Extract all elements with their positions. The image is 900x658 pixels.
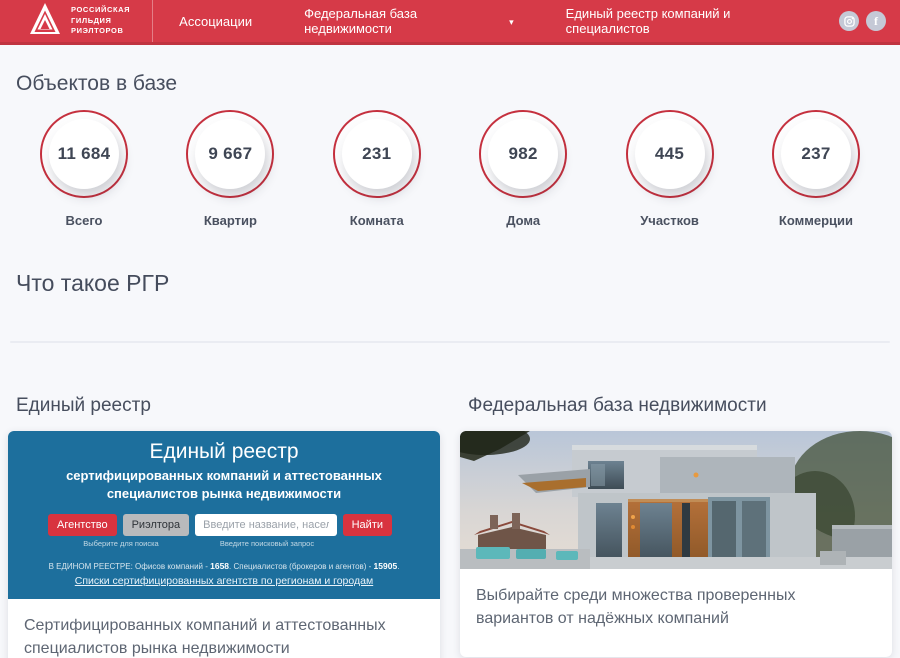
stat-value: 231: [362, 144, 391, 164]
stats-row: 11 684 Всего 9 667 Квартир 231 Комната 9…: [0, 110, 900, 228]
rgr-logo-icon: [28, 2, 62, 41]
stat-commercial: 237 Коммерции: [770, 110, 862, 228]
rgr-logo-text: РОССИЙСКАЯ ГИЛЬДИЯ РИЭЛТОРОВ: [71, 5, 130, 38]
stat-value: 9 667: [208, 144, 252, 164]
stat-circle: 11 684: [40, 110, 128, 198]
registry-section-title: Единый реестр: [8, 395, 440, 431]
rgr-logo[interactable]: РОССИЙСКАЯ ГИЛЬДИЯ РИЭЛТОРОВ: [0, 0, 152, 42]
stat-value: 445: [655, 144, 684, 164]
section-divider: [10, 341, 890, 343]
stat-flats: 9 667 Квартир: [184, 110, 276, 228]
house-photo: [460, 431, 892, 569]
registry-helper-row: Выберите для поиска Введите поисковый за…: [8, 536, 440, 548]
stat-circle: 231: [333, 110, 421, 198]
facebook-icon[interactable]: f: [866, 11, 886, 31]
top-navbar: РОССИЙСКАЯ ГИЛЬДИЯ РИЭЛТОРОВ Ассоциации …: [0, 0, 900, 45]
stat-label: Всего: [65, 213, 102, 228]
helper-choose-search: Выберите для поиска: [48, 539, 194, 548]
stats-section-title: Объектов в базе: [16, 45, 884, 110]
stat-land: 445 Участков: [624, 110, 716, 228]
fedbase-card[interactable]: Выбирайте среди множества проверенных ва…: [460, 431, 892, 657]
stat-label: Участков: [640, 213, 699, 228]
registry-banner-title: Единый реестр: [8, 440, 440, 464]
agency-button[interactable]: Агентство: [48, 514, 117, 536]
registry-banner-subtitle: сертифицированных компаний и аттестованн…: [8, 467, 440, 502]
stat-label: Коммерции: [779, 213, 853, 228]
fedbase-section-title: Федеральная база недвижимости: [460, 395, 892, 431]
nav-item-associations[interactable]: Ассоциации: [153, 0, 278, 42]
stat-value: 237: [801, 144, 830, 164]
registry-banner: Единый реестр сертифицированных компаний…: [8, 431, 440, 599]
instagram-icon[interactable]: [839, 11, 859, 31]
registry-search-row: Агентство Риэлтора Найти: [8, 502, 440, 536]
stat-value: 11 684: [58, 144, 111, 164]
helper-enter-query: Введите поисковый запрос: [194, 539, 340, 548]
registry-search-input[interactable]: [195, 514, 336, 536]
registry-column: Единый реестр Единый реестр сертифициров…: [8, 395, 440, 658]
fedbase-caption: Выбирайте среди множества проверенных ва…: [460, 569, 892, 657]
stat-circle: 237: [772, 110, 860, 198]
stat-houses: 982 Дома: [477, 110, 569, 228]
registry-counts: В ЕДИНОМ РЕЕСТРЕ: Офисов компаний - 1658…: [8, 561, 440, 571]
social-links: f: [839, 0, 900, 42]
nav-item-label: Ассоциации: [179, 14, 252, 29]
navbar-links: Ассоциации Федеральная база недвижимости…: [153, 0, 839, 42]
stat-label: Комната: [350, 213, 404, 228]
certified-agencies-link[interactable]: Списки сертифицированных агентств по рег…: [75, 575, 373, 587]
stat-value: 982: [509, 144, 538, 164]
registry-card[interactable]: Единый реестр сертифицированных компаний…: [8, 431, 440, 658]
about-section-title: Что такое РГР: [16, 228, 884, 297]
stat-circle: 982: [479, 110, 567, 198]
chevron-down-icon: ▾: [509, 17, 514, 28]
stat-circle: 445: [626, 110, 714, 198]
registry-caption: Сертифицированных компаний и аттестованн…: [8, 599, 440, 658]
nav-item-label: Федеральная база недвижимости: [304, 6, 504, 36]
stat-rooms: 231 Комната: [331, 110, 423, 228]
nav-item-label: Единый реестр компаний и специалистов: [566, 6, 813, 36]
stat-total: 11 684 Всего: [38, 110, 130, 228]
stat-label: Квартир: [204, 213, 257, 228]
stat-circle: 9 667: [186, 110, 274, 198]
fedbase-column: Федеральная база недвижимости: [460, 395, 892, 658]
find-button[interactable]: Найти: [343, 514, 392, 536]
realtor-button[interactable]: Риэлтора: [123, 514, 190, 536]
stat-label: Дома: [506, 213, 540, 228]
nav-item-registry[interactable]: Единый реестр компаний и специалистов: [540, 0, 839, 42]
nav-item-federal-base[interactable]: Федеральная база недвижимости ▾: [278, 0, 540, 42]
